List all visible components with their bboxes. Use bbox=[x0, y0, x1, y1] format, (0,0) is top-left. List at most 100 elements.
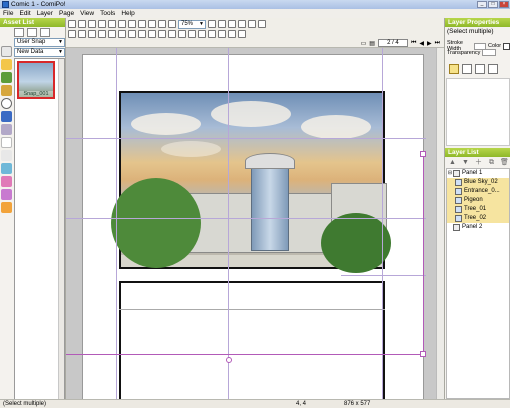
layer-item[interactable]: Pigeon bbox=[447, 196, 509, 205]
layer-item[interactable]: Blue Sky_02 bbox=[447, 178, 509, 187]
asset-list-scrollbar[interactable] bbox=[58, 59, 64, 408]
paste-icon[interactable] bbox=[148, 20, 156, 28]
page-settings-icon[interactable]: ▤ bbox=[369, 40, 375, 47]
minimize-button[interactable]: _ bbox=[477, 1, 487, 8]
layer-up-icon[interactable]: ▲ bbox=[448, 159, 457, 167]
layer-item[interactable]: Entrance_0... bbox=[447, 187, 509, 196]
layer-add-icon[interactable]: ＋ bbox=[474, 159, 483, 167]
color-swatch[interactable] bbox=[503, 42, 510, 50]
ruler-icon[interactable] bbox=[258, 20, 266, 28]
filter-tool-icon[interactable] bbox=[1, 163, 12, 174]
menu-view[interactable]: View bbox=[80, 10, 94, 17]
rotate-left-icon[interactable] bbox=[168, 30, 176, 38]
zoom-out-icon[interactable] bbox=[218, 20, 226, 28]
align-right-icon[interactable] bbox=[88, 30, 96, 38]
balloon-tool-icon[interactable] bbox=[1, 98, 12, 109]
select-tool-icon[interactable] bbox=[1, 46, 12, 57]
layer-item[interactable]: ⊟ Panel 1 bbox=[447, 169, 509, 178]
camera-icon[interactable] bbox=[228, 30, 236, 38]
panel-mode-icon[interactable] bbox=[462, 64, 472, 74]
layer-copy-icon[interactable]: ⧉ bbox=[487, 159, 496, 167]
delete-icon[interactable] bbox=[158, 20, 166, 28]
text-tool-icon[interactable] bbox=[1, 150, 12, 161]
open-icon[interactable] bbox=[88, 20, 96, 28]
close-button[interactable]: × bbox=[499, 1, 509, 8]
layer-delete-icon[interactable]: 🗑 bbox=[500, 159, 509, 167]
align-bottom-icon[interactable] bbox=[118, 30, 126, 38]
sticker-tool-icon[interactable] bbox=[1, 189, 12, 200]
align-center-icon[interactable] bbox=[78, 30, 86, 38]
print-icon[interactable] bbox=[68, 20, 76, 28]
next-page-icon[interactable]: ▶ bbox=[427, 40, 432, 47]
flip-vertical-icon[interactable] bbox=[158, 30, 166, 38]
effect-tool-icon[interactable] bbox=[1, 111, 12, 122]
page-layout-icon[interactable]: ▭ bbox=[361, 40, 367, 47]
group-icon[interactable] bbox=[188, 30, 196, 38]
panel-1[interactable] bbox=[111, 91, 391, 273]
menu-help[interactable]: Help bbox=[121, 10, 134, 17]
pointer-mode-icon[interactable] bbox=[449, 64, 459, 74]
layer-item[interactable]: Tree_01 bbox=[447, 205, 509, 214]
canvas-scrollbar[interactable] bbox=[436, 48, 444, 399]
maximize-button[interactable]: □ bbox=[488, 1, 498, 8]
align-left-icon[interactable] bbox=[68, 30, 76, 38]
frame-tool-icon[interactable] bbox=[1, 124, 12, 135]
asset-thumbnail-selected[interactable]: Snap_001 bbox=[17, 61, 55, 99]
snap-icon[interactable] bbox=[238, 30, 246, 38]
hand-icon[interactable] bbox=[168, 20, 176, 28]
lock-icon[interactable] bbox=[208, 30, 216, 38]
bring-front-icon[interactable] bbox=[128, 30, 136, 38]
menu-layer[interactable]: Layer bbox=[37, 10, 53, 17]
rotate-right-icon[interactable] bbox=[178, 30, 186, 38]
actual-size-icon[interactable] bbox=[238, 20, 246, 28]
send-back-icon[interactable] bbox=[138, 30, 146, 38]
layer-item[interactable]: Tree_02 bbox=[447, 214, 509, 223]
panel-2[interactable] bbox=[119, 281, 385, 399]
comic-canvas[interactable] bbox=[66, 48, 444, 399]
fit-page-icon[interactable] bbox=[228, 20, 236, 28]
zoom-select[interactable]: 75% ▼ bbox=[178, 19, 206, 29]
background-tool-icon[interactable] bbox=[1, 72, 12, 83]
show-hide-icon[interactable] bbox=[218, 30, 226, 38]
character-tool-icon[interactable] bbox=[1, 59, 12, 70]
layer-item[interactable]: Panel 2 bbox=[447, 223, 509, 232]
panel-handle-bottom-right[interactable] bbox=[420, 351, 426, 357]
prev-page-icon[interactable]: ◀ bbox=[419, 40, 424, 47]
align-top-icon[interactable] bbox=[98, 30, 106, 38]
grid-icon[interactable] bbox=[248, 20, 256, 28]
zoom-in-icon[interactable] bbox=[208, 20, 216, 28]
panel-handle-top-right[interactable] bbox=[420, 151, 426, 157]
tone-tool-icon[interactable] bbox=[1, 176, 12, 187]
undo-icon[interactable] bbox=[108, 20, 116, 28]
transparency-label: Transparency bbox=[447, 49, 481, 56]
redo-icon[interactable] bbox=[118, 20, 126, 28]
frame-mode-icon[interactable] bbox=[475, 64, 485, 74]
menu-file[interactable]: File bbox=[3, 10, 13, 17]
asset-delete-icon[interactable] bbox=[40, 28, 50, 37]
asset-add-icon[interactable] bbox=[14, 28, 24, 37]
menu-edit[interactable]: Edit bbox=[19, 10, 30, 17]
copy-icon[interactable] bbox=[138, 20, 146, 28]
flip-horizontal-icon[interactable] bbox=[148, 30, 156, 38]
cut-icon[interactable] bbox=[128, 20, 136, 28]
asset-subcategory-select[interactable]: New Data ▼ bbox=[14, 48, 65, 57]
align-middle-icon[interactable] bbox=[108, 30, 116, 38]
page-number-field[interactable]: 2 / 4 bbox=[377, 39, 408, 47]
last-page-icon[interactable]: ⏭ bbox=[435, 40, 440, 47]
drop-tool-icon[interactable] bbox=[1, 137, 12, 148]
asset-save-icon[interactable] bbox=[27, 28, 37, 37]
menu-page[interactable]: Page bbox=[59, 10, 74, 17]
misc-tool-icon[interactable] bbox=[1, 202, 12, 213]
ungroup-icon[interactable] bbox=[198, 30, 206, 38]
app-icon bbox=[2, 1, 9, 8]
image-mode-icon[interactable] bbox=[488, 64, 498, 74]
save-icon[interactable] bbox=[98, 20, 106, 28]
rotation-handle[interactable] bbox=[226, 357, 232, 363]
menu-tools[interactable]: Tools bbox=[100, 10, 115, 17]
transparency-input[interactable] bbox=[482, 49, 497, 56]
new-icon[interactable] bbox=[78, 20, 86, 28]
layer-down-icon[interactable]: ▼ bbox=[461, 159, 470, 167]
first-page-icon[interactable]: ⏮ bbox=[411, 40, 416, 47]
item-tool-icon[interactable] bbox=[1, 85, 12, 96]
asset-category-select[interactable]: User Snap ▼ bbox=[14, 38, 65, 47]
